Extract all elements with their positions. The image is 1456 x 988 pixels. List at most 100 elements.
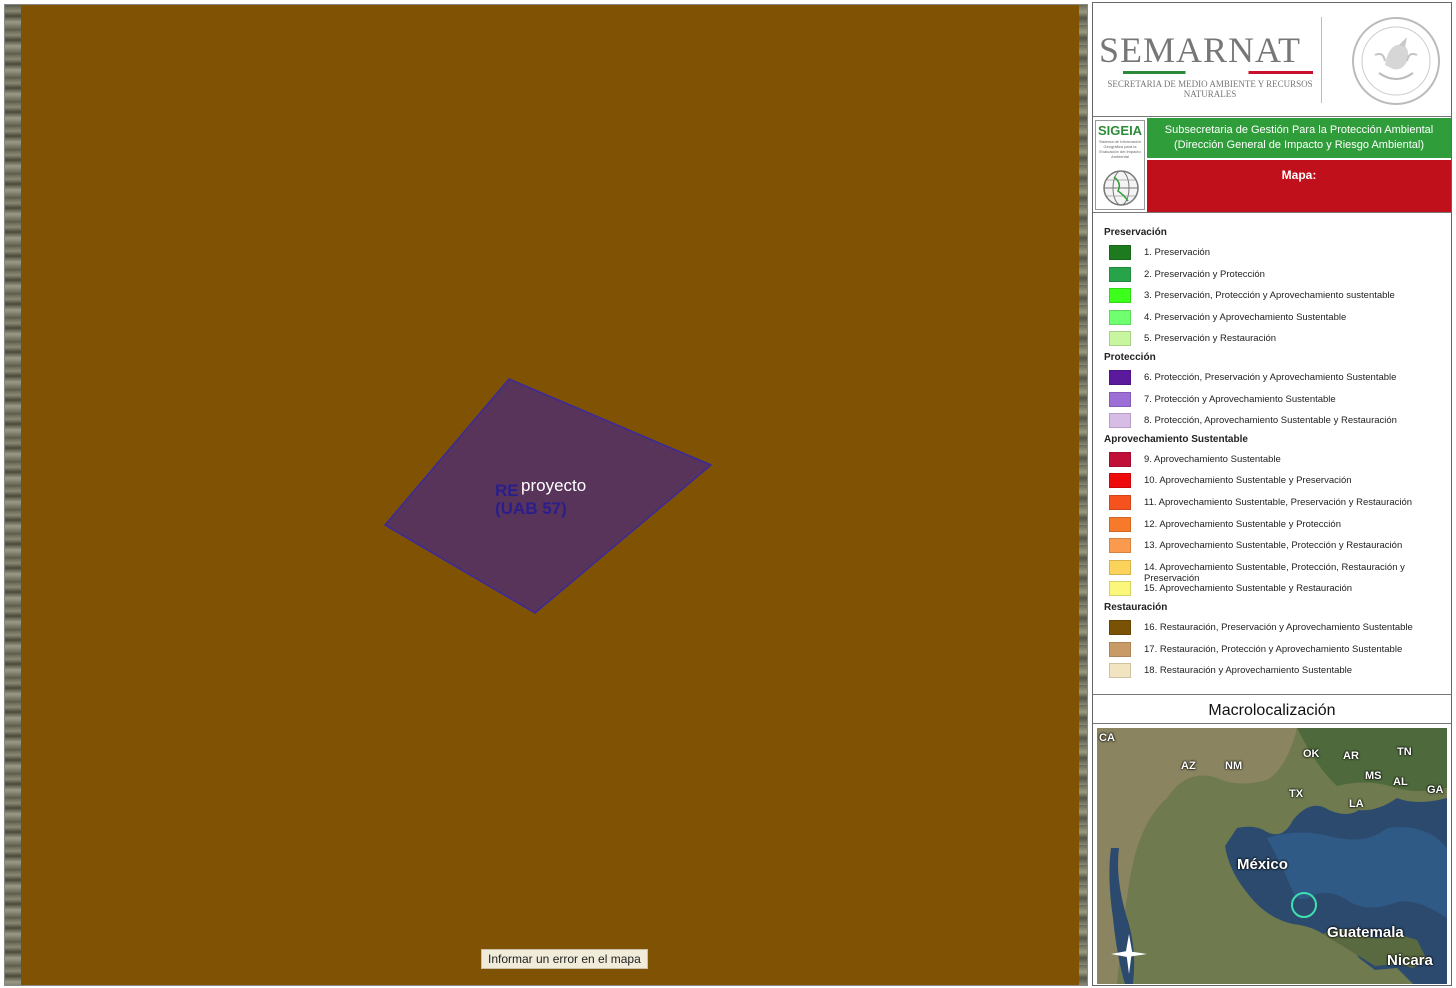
state-label: AR [1343, 750, 1359, 762]
legend-item-label: 11. Aprovechamiento Sustentable, Preserv… [1144, 497, 1413, 508]
page: RE (UAB 57) proyecto Informar un error e… [0, 0, 1456, 988]
state-label: MS [1365, 770, 1382, 782]
legend-item: 10. Aprovechamiento Sustentable y Preser… [1109, 472, 1449, 490]
legend-item: 5. Preservación y Restauración [1109, 330, 1449, 348]
map-title: Mapa: [1281, 168, 1317, 182]
map-overlay: RE (UAB 57) proyecto [383, 378, 713, 614]
legend-item: 12. Aprovechamiento Sustentable y Protec… [1109, 516, 1449, 534]
legend-item-label: 13. Aprovechamiento Sustentable, Protecc… [1144, 540, 1403, 552]
legend-item-label: 16. Restauración, Preservación y Aprovec… [1144, 622, 1413, 633]
legend-swatch [1109, 245, 1131, 260]
sigeia-block: SIGEIA Sistema de Información Geográfica… [1093, 118, 1451, 212]
logo-divider [1321, 17, 1322, 103]
legend-item: 8. Protección, Aprovechamiento Sustentab… [1109, 412, 1449, 430]
subsecretaria-label: Subsecretaria de Gestión Para la Protecc… [1164, 124, 1434, 136]
flag-color-rule [1123, 71, 1313, 74]
map-view[interactable]: RE (UAB 57) proyecto Informar un error e… [4, 4, 1088, 986]
sigeia-wordmark: SIGEIA [1098, 123, 1143, 138]
legend-item-label: 15. Aprovechamiento Sustentable y Restau… [1144, 583, 1353, 595]
legend-item: 18. Restauración y Aprovechamiento Suste… [1109, 662, 1449, 680]
state-label: AL [1393, 776, 1408, 788]
legend-item-label: 7. Protección y Aprovechamiento Sustenta… [1144, 393, 1336, 405]
info-panel: SEMARNAT SECRETARIA DE MEDIO AMBIENTE Y … [1092, 2, 1452, 986]
country-label: Nicara [1387, 952, 1433, 969]
legend-item-label: 18. Restauración y Aprovechamiento Suste… [1144, 665, 1353, 677]
legend-swatch [1109, 370, 1131, 385]
org-title: SEMARNAT [1099, 30, 1302, 70]
state-label: GA [1427, 784, 1444, 796]
legend-swatch [1109, 538, 1131, 554]
project-label: proyecto [521, 476, 586, 495]
legend-item: 11. Aprovechamiento Sustentable, Preserv… [1109, 494, 1449, 512]
state-label: AZ [1181, 760, 1196, 772]
legend-swatch [1109, 516, 1131, 532]
legend-item: 3. Preservación, Protección y Aprovecham… [1109, 287, 1449, 305]
legend-item-label: 5. Preservación y Restauración [1144, 333, 1277, 345]
legend-swatch [1109, 473, 1131, 489]
coat-of-arms-seal-icon [1352, 17, 1440, 105]
macrolocalizacion-title: Macrolocalización [1093, 698, 1451, 724]
legend-item-label: 9. Aprovechamiento Sustentable [1144, 453, 1281, 465]
state-label: TN [1397, 746, 1412, 758]
sigeia-tagline: Sistema de Información Geográfica para l… [1098, 139, 1142, 159]
legend-group-title: Restauración [1104, 602, 1168, 613]
legend-group-title: Preservación [1104, 227, 1167, 238]
org-subtitle: SECRETARIA DE MEDIO AMBIENTE Y RECURSOS … [1107, 79, 1313, 99]
globe-icon [1103, 170, 1139, 206]
state-label: NM [1225, 760, 1243, 772]
legend-item: 1. Preservación [1109, 244, 1449, 262]
sigeia-logo: SIGEIA Sistema de Información Geográfica… [1095, 120, 1145, 210]
legend-swatch [1109, 451, 1131, 467]
legend-swatch [1109, 266, 1131, 282]
legend-item-label: 17. Restauración, Protección y Aprovecha… [1144, 643, 1403, 655]
legend-item: 16. Restauración, Preservación y Aprovec… [1109, 619, 1449, 637]
compass-rose-icon [1111, 934, 1147, 974]
legend-item-label: 4. Preservación y Aprovechamiento Susten… [1144, 311, 1347, 323]
legend-item-label: 8. Protección, Aprovechamiento Sustentab… [1144, 415, 1397, 427]
legend-item: 14. Aprovechamiento Sustentable, Protecc… [1109, 559, 1449, 584]
project-polygon[interactable] [383, 378, 713, 614]
legend-item-label: 12. Aprovechamiento Sustentable y Protec… [1144, 518, 1341, 530]
legend-swatch [1109, 391, 1131, 407]
legend-item-label: 10. Aprovechamiento Sustentable y Preser… [1144, 475, 1352, 487]
legend-item: 7. Protección y Aprovechamiento Sustenta… [1109, 391, 1449, 409]
legend-swatch [1109, 413, 1131, 429]
zone-code-label: (UAB 57) [495, 499, 567, 518]
legend-item: 6. Protección, Preservación y Aprovecham… [1109, 369, 1449, 387]
legend: Preservación 1. Preservación 2. Preservaci… [1093, 213, 1451, 695]
legend-item: 2. Preservación y Protección [1109, 266, 1449, 284]
legend-item-label: 1. Preservación [1144, 247, 1211, 258]
header-logos: SEMARNAT SECRETARIA DE MEDIO AMBIENTE Y … [1093, 3, 1451, 117]
legend-swatch [1109, 620, 1131, 635]
legend-swatch [1109, 641, 1131, 657]
legend-group-title: Protección [1104, 352, 1156, 363]
legend-item: 17. Restauración, Protección y Aprovecha… [1109, 641, 1449, 659]
legend-swatch [1109, 559, 1131, 575]
legend-item: 15. Aprovechamiento Sustentable y Restau… [1109, 580, 1449, 598]
legend-swatch [1109, 495, 1131, 510]
legend-item: 9. Aprovechamiento Sustentable [1109, 451, 1449, 469]
legend-swatch [1109, 663, 1131, 679]
report-map-error-button[interactable]: Informar un error en el mapa [481, 949, 648, 969]
state-label: TX [1289, 788, 1304, 800]
state-label: LA [1349, 798, 1364, 810]
country-label: México [1237, 856, 1288, 873]
legend-swatch [1109, 581, 1131, 597]
macrolocalizacion-map[interactable]: CA AZ NM OK AR TN MS AL GA TX LA México … [1097, 728, 1447, 984]
state-label: CA [1099, 732, 1115, 744]
map-title-banner: Mapa: [1147, 160, 1451, 212]
legend-item-label: 3. Preservación, Protección y Aprovecham… [1144, 290, 1395, 302]
legend-item: 13. Aprovechamiento Sustentable, Protecc… [1109, 537, 1449, 555]
legend-item-label: 2. Preservación y Protección [1144, 268, 1265, 280]
zone-name-label: RE [495, 481, 519, 500]
legend-swatch [1109, 309, 1131, 325]
legend-item: 4. Preservación y Aprovechamiento Susten… [1109, 309, 1449, 327]
subsecretaria-banner: Subsecretaria de Gestión Para la Protecc… [1147, 118, 1451, 158]
state-label: OK [1303, 748, 1320, 760]
legend-swatch [1109, 331, 1131, 347]
legend-item-label: 6. Protección, Preservación y Aprovecham… [1144, 372, 1397, 383]
legend-group-title: Aprovechamiento Sustentable [1104, 433, 1248, 445]
country-label: Guatemala [1327, 924, 1404, 941]
legend-swatch [1109, 288, 1131, 304]
direccion-label: (Dirección General de Impacto y Riesgo A… [1173, 139, 1425, 151]
